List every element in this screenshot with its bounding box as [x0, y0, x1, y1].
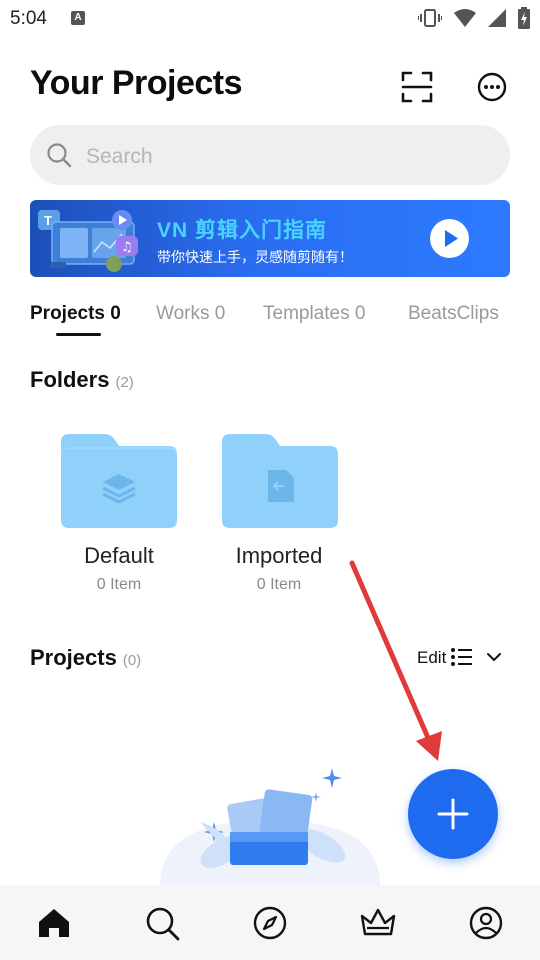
folders-title: Folders: [30, 367, 110, 392]
folder-icon: [60, 434, 178, 528]
folder-imported-name: Imported: [235, 543, 323, 568]
page-title: Your Projects: [30, 64, 243, 102]
folder-default-count: 0 Item: [96, 576, 142, 593]
folders-heading: Folders (2): [30, 367, 134, 393]
wifi-icon: [454, 9, 476, 27]
tab-projects[interactable]: Projects 0: [30, 303, 121, 325]
empty-state-illustration: [160, 768, 380, 885]
tab-templates[interactable]: Templates 0: [263, 303, 365, 325]
plus-icon: [437, 798, 469, 830]
crown-icon: [360, 908, 396, 936]
search-icon: [47, 143, 72, 168]
folder-imported-count: 0 Item: [256, 576, 302, 593]
active-tab-indicator: [56, 333, 101, 336]
profile-icon: [469, 906, 503, 940]
search-icon: [146, 907, 180, 941]
battery-charging-icon: [518, 7, 530, 29]
compass-icon: [253, 906, 287, 940]
home-icon: [39, 909, 69, 937]
status-icons: [418, 6, 530, 30]
projects-count: (0): [122, 652, 142, 669]
banner-subtitle: 带你快速上手，灵感随剪随有！: [157, 249, 353, 265]
scan-button[interactable]: [398, 68, 436, 106]
annotation-arrow: [349, 560, 442, 761]
folder-imported[interactable]: [222, 434, 338, 533]
folder-default-name: Default: [84, 543, 154, 568]
folder-icon: [222, 434, 338, 528]
tab-beatsclips[interactable]: BeatsClips: [408, 303, 499, 325]
new-project-button[interactable]: [408, 769, 498, 859]
chevron-down-icon[interactable]: [485, 650, 503, 664]
nav-premium[interactable]: [358, 903, 398, 943]
play-icon: [445, 230, 458, 247]
projects-title: Projects: [30, 645, 117, 670]
more-options-icon: [477, 72, 507, 102]
folder-default[interactable]: [60, 434, 178, 533]
projects-heading: Projects (0): [30, 645, 141, 671]
more-options-button[interactable]: [473, 68, 511, 106]
banner-title: VN 剪辑入门指南: [157, 219, 328, 242]
svg-text:T: T: [44, 213, 52, 228]
banner-illustration-icon: T ♫: [38, 210, 138, 272]
tab-works[interactable]: Works 0: [156, 303, 225, 325]
notification-badge-icon: A: [71, 11, 85, 25]
banner-play-button[interactable]: [430, 219, 469, 258]
nav-search[interactable]: [142, 903, 182, 943]
cellular-signal-icon: [488, 9, 506, 27]
nav-explore[interactable]: [250, 903, 290, 943]
import-file-icon: [268, 470, 294, 502]
folders-count: (2): [115, 374, 134, 391]
status-time: 5:04: [10, 8, 47, 29]
vibrate-icon: [418, 9, 442, 27]
nav-profile[interactable]: [466, 903, 506, 943]
nav-home[interactable]: [34, 903, 74, 943]
search-input[interactable]: [84, 140, 468, 174]
scan-icon: [401, 71, 433, 103]
svg-text:♫: ♫: [121, 240, 133, 255]
